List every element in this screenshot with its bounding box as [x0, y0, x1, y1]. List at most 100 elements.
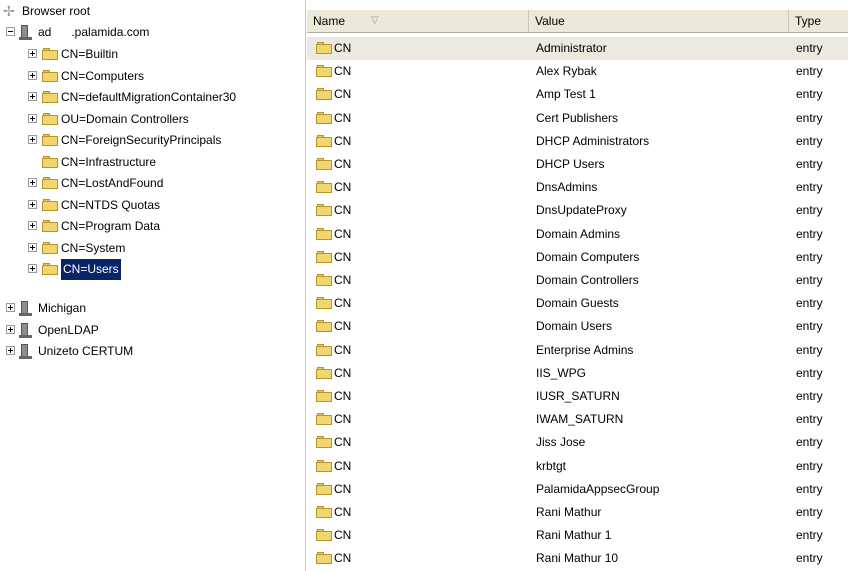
- cell-name: CN: [334, 505, 352, 519]
- column-header-name[interactable]: Name ▽: [307, 10, 529, 32]
- folder-icon: [316, 204, 332, 217]
- tree-item-label: CN=Infrastructure: [61, 154, 157, 169]
- table-row[interactable]: CN Domain Users entry: [307, 315, 848, 338]
- folder-icon: [42, 220, 58, 232]
- cell-type: entry: [796, 133, 823, 148]
- table-row[interactable]: CN DHCP Users entry: [307, 153, 848, 176]
- expand-icon[interactable]: [28, 92, 37, 101]
- tree-item[interactable]: OU=Domain Controllers: [0, 109, 302, 130]
- tree-item[interactable]: CN=Builtin: [0, 44, 302, 65]
- table-row[interactable]: CN Domain Controllers entry: [307, 269, 848, 292]
- expand-icon[interactable]: [28, 178, 37, 187]
- expand-icon[interactable]: [28, 135, 37, 144]
- folder-icon: [42, 134, 58, 146]
- tree-pane[interactable]: ✢ Browser root ad .palamida.com CN=Built…: [0, 0, 306, 571]
- table-row[interactable]: CN IWAM_SATURN entry: [307, 408, 848, 431]
- table-row[interactable]: CN DnsUpdateProxy entry: [307, 199, 848, 222]
- tree-root[interactable]: ✢ Browser root: [0, 1, 300, 22]
- cell-type: entry: [796, 319, 823, 334]
- table-row[interactable]: CN IIS_WPG entry: [307, 362, 848, 385]
- tree-item[interactable]: CN=defaultMigrationContainer30: [0, 87, 302, 108]
- cell-type: entry: [796, 64, 823, 79]
- server-icon: [19, 25, 33, 40]
- table-row[interactable]: CN Rani Mathur 1 entry: [307, 524, 848, 547]
- server-icon: [19, 344, 33, 359]
- tree-item[interactable]: CN=Program Data: [0, 216, 302, 237]
- expand-icon[interactable]: [6, 303, 15, 312]
- table-row[interactable]: CN Rani Mathur 10 entry: [307, 547, 848, 570]
- table-row[interactable]: CN Domain Computers entry: [307, 246, 848, 269]
- folder-icon: [316, 297, 332, 310]
- cell-name: CN: [334, 157, 352, 171]
- table-row[interactable]: CN Alex Rybak entry: [307, 60, 848, 83]
- column-header-type[interactable]: Type: [789, 10, 848, 32]
- cell-value: Domain Users: [536, 319, 613, 334]
- expand-icon[interactable]: [28, 199, 37, 209]
- table-row[interactable]: CN DHCP Administrators entry: [307, 130, 848, 153]
- tree-connection[interactable]: Michigan: [0, 298, 300, 319]
- folder-icon: [316, 320, 332, 333]
- tree-item-label: CN=System: [61, 240, 126, 255]
- cell-type: entry: [796, 389, 823, 403]
- expand-icon[interactable]: [28, 242, 37, 252]
- folder-icon: [316, 436, 332, 449]
- cell-name: CN: [334, 551, 352, 566]
- cell-value: Alex Rybak: [536, 64, 597, 79]
- expand-icon[interactable]: [6, 346, 15, 355]
- expand-icon[interactable]: [28, 49, 37, 58]
- tree-item[interactable]: CN=System: [0, 238, 302, 259]
- tree-item[interactable]: CN=LostAndFound: [0, 173, 302, 194]
- table-row[interactable]: CN Rani Mathur entry: [307, 501, 848, 524]
- folder-icon: [316, 65, 332, 78]
- table-row[interactable]: CN Jiss Jose entry: [307, 431, 848, 454]
- folder-icon: [316, 111, 332, 124]
- tree-item[interactable]: CN=ForeignSecurityPrincipals: [0, 130, 302, 151]
- table-row[interactable]: CN PalamidaAppsecGroup entry: [307, 478, 848, 501]
- table-row[interactable]: CN Administrator entry: [307, 37, 848, 60]
- cell-type: entry: [796, 203, 823, 218]
- cell-type: entry: [796, 481, 823, 496]
- table-row[interactable]: CN krbtgt entry: [307, 455, 848, 478]
- cell-value: Administrator: [536, 41, 607, 55]
- cell-name: CN: [334, 342, 352, 357]
- cell-type: entry: [796, 110, 823, 125]
- cell-value: Rani Mathur 10: [536, 551, 619, 566]
- cell-type: entry: [796, 551, 823, 566]
- entries-list-pane[interactable]: Name ▽ Value Type CN Administrator entry CN…: [307, 0, 848, 571]
- tree-connection[interactable]: OpenLDAP: [0, 320, 300, 341]
- cell-type: entry: [796, 365, 823, 380]
- table-row[interactable]: CN Enterprise Admins entry: [307, 339, 848, 362]
- tree-item[interactable]: CN=Computers: [0, 66, 302, 87]
- cell-name: CN: [334, 412, 352, 427]
- expand-icon[interactable]: [28, 113, 37, 123]
- column-type-label: Type: [795, 14, 822, 28]
- tree-item[interactable]: CN=NTDS Quotas: [0, 195, 302, 216]
- tree-connection[interactable]: Unizeto CERTUM: [0, 341, 300, 362]
- tree-connection-ad[interactable]: ad .palamida.com: [0, 22, 300, 43]
- cell-type: entry: [796, 273, 823, 287]
- tree-item[interactable]: CN=Users: [0, 259, 302, 280]
- expand-icon[interactable]: [6, 324, 15, 334]
- column-header-value[interactable]: Value: [529, 10, 789, 32]
- cell-value: Amp Test 1: [536, 87, 596, 102]
- cell-type: entry: [796, 296, 823, 311]
- cell-type: entry: [796, 342, 823, 357]
- cell-value: Domain Computers: [536, 249, 640, 264]
- cell-type: entry: [796, 87, 823, 102]
- cell-name: CN: [334, 64, 352, 79]
- tree-item[interactable]: CN=Infrastructure: [0, 152, 302, 173]
- table-row[interactable]: CN Cert Publishers entry: [307, 107, 848, 130]
- expand-icon[interactable]: [28, 70, 37, 80]
- folder-icon: [316, 158, 332, 170]
- table-row[interactable]: CN IUSR_SATURN entry: [307, 385, 848, 408]
- table-row[interactable]: CN Amp Test 1 entry: [307, 83, 848, 106]
- connection-label: Unizeto CERTUM: [38, 344, 134, 358]
- collapse-icon[interactable]: [6, 27, 15, 36]
- cell-value: Rani Mathur 1: [536, 528, 612, 543]
- expand-icon[interactable]: [28, 264, 37, 273]
- cell-type: entry: [796, 435, 823, 450]
- table-row[interactable]: CN DnsAdmins entry: [307, 176, 848, 199]
- table-row[interactable]: CN Domain Admins entry: [307, 223, 848, 246]
- expand-icon[interactable]: [28, 221, 37, 230]
- table-row[interactable]: CN Domain Guests entry: [307, 292, 848, 315]
